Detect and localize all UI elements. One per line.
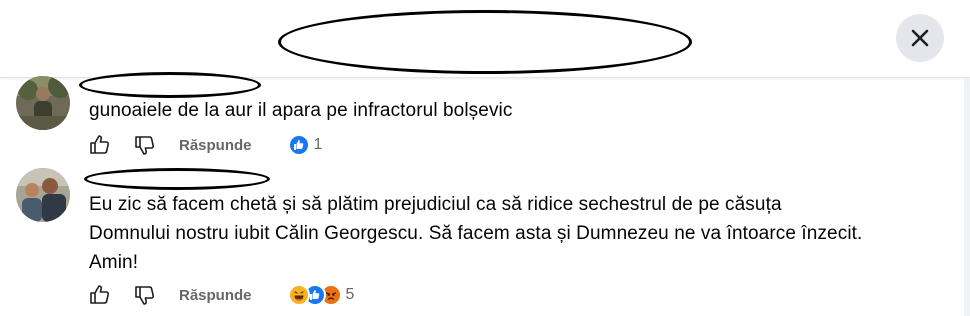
reply-button[interactable]: Răspunde [179,287,252,304]
reply-button[interactable]: Răspunde [179,137,252,154]
comment-actions: Răspunde 5 [88,281,354,309]
like-icon[interactable] [88,133,112,157]
avatar-photo [16,168,70,222]
redacted-author-name [84,168,270,190]
comment-text-line: Domnului nostru iubit Călin Georgescu. S… [89,223,863,244]
scrollbar[interactable] [964,78,970,316]
haha-reaction-icon [287,284,310,306]
avatar-photo [16,76,70,130]
comment-text: Eu zic să facem chetă și să plătim preju… [89,190,862,277]
redacted-author-name [79,72,261,98]
comment-1: gunoaiele de la aur il apara pe infracto… [0,0,964,170]
like-reaction-icon [287,134,310,156]
dislike-icon[interactable] [133,133,157,157]
reaction-count: 5 [345,286,355,303]
avatar[interactable] [16,76,70,130]
like-icon[interactable] [88,283,112,307]
dislike-icon[interactable] [133,283,157,307]
comment-2: Eu zic să facem chetă și să plătim preju… [0,160,964,316]
reactions-summary[interactable]: 5 [287,284,355,306]
comment-text-line: Eu zic să facem chetă și să plătim preju… [89,194,782,215]
avatar[interactable] [16,168,70,222]
comment-text: gunoaiele de la aur il apara pe infracto… [89,100,513,121]
comment-actions: Răspunde 1 [88,131,322,159]
comment-text-line: Amin! [89,252,139,273]
reaction-count: 1 [313,136,323,153]
reactions-summary[interactable]: 1 [287,134,323,156]
